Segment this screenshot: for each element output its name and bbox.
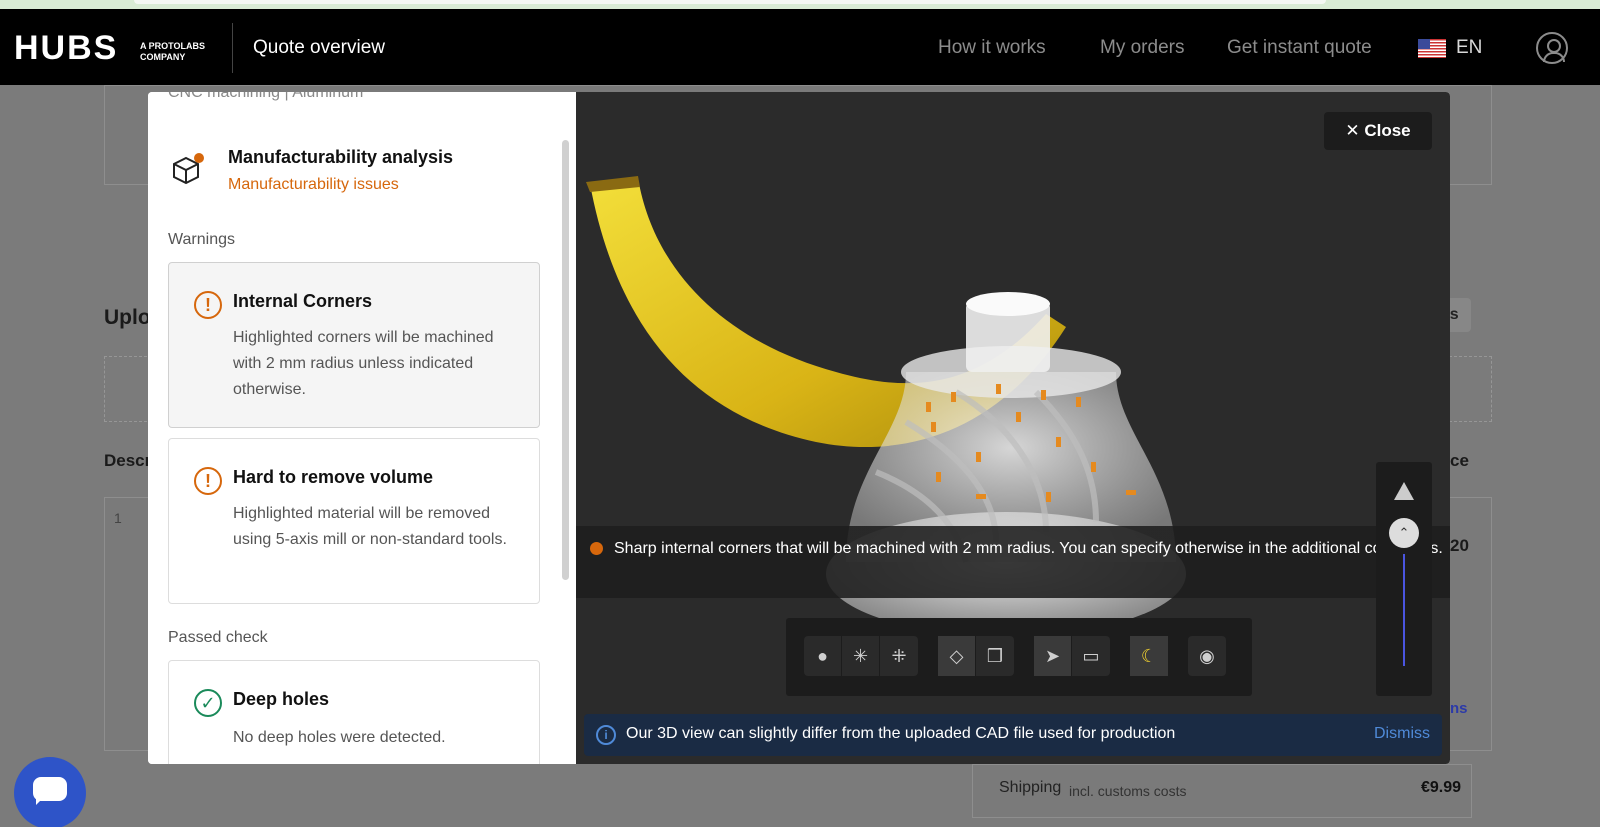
warning-card-hard-to-remove-volume[interactable]: ! Hard to remove volume Highlighted mate… — [168, 438, 540, 604]
user-account-icon[interactable] — [1536, 32, 1568, 64]
browser-top-strip — [0, 0, 1600, 9]
perspective-icon[interactable]: ◇ — [938, 636, 976, 676]
close-label: Close — [1364, 121, 1411, 140]
top-navigation: HUBS A PROTOLABS COMPANY Quote overview … — [0, 9, 1600, 85]
background-shipping-row: Shipping incl. customs costs €9.99 — [972, 764, 1472, 818]
warning-description: Highlighted material will be removed usi… — [233, 505, 507, 548]
analysis-title: Manufacturability analysis — [228, 147, 454, 167]
page-title: Quote overview — [253, 37, 386, 58]
dismiss-button[interactable]: Dismiss — [1374, 725, 1430, 743]
tool-group-scale: ☾ — [1130, 636, 1168, 676]
cube-warning-icon — [170, 152, 204, 191]
screenshot-icon[interactable]: ◉ — [1188, 636, 1226, 676]
hubs-logo[interactable]: HUBS — [14, 29, 118, 68]
section-slider-panel[interactable]: ⌃ — [1376, 462, 1432, 696]
axis-icon[interactable]: ✳ — [842, 636, 880, 676]
banana-scale-icon[interactable]: ☾ — [1130, 636, 1168, 676]
shipping-note: incl. customs costs — [1069, 783, 1187, 799]
passed-check-label: Passed check — [168, 629, 268, 646]
tool-group-navigation: ➤ ▭ — [1034, 636, 1110, 676]
background-options-link: ns — [1450, 700, 1468, 717]
nav-divider — [232, 23, 233, 73]
tool-group-projection: ◇ ❒ — [938, 636, 1014, 676]
address-bar-edge — [134, 0, 1326, 4]
info-icon: i — [596, 725, 616, 745]
viewer-toolbar: ● ✳ ⁜ ◇ ❒ ➤ ▭ ☾ ◉ — [786, 618, 1252, 696]
slice-plane-icon[interactable] — [1394, 482, 1414, 500]
process-subtitle: CNC machining | Aluminum — [168, 92, 364, 101]
warning-title: Internal Corners — [233, 291, 373, 311]
explode-icon[interactable]: ⁜ — [880, 636, 918, 676]
warning-card-internal-corners[interactable]: ! Internal Corners Highlighted corners w… — [168, 262, 540, 428]
language-selector[interactable]: EN — [1456, 37, 1482, 59]
orthographic-icon[interactable]: ❒ — [976, 636, 1014, 676]
nav-link-my-orders[interactable]: My orders — [1100, 37, 1184, 59]
shipping-label: Shipping — [999, 779, 1062, 796]
warning-icon: ! — [194, 291, 222, 319]
warning-title: Hard to remove volume — [233, 467, 434, 487]
nav-link-how-it-works[interactable]: How it works — [938, 37, 1046, 59]
check-circle-icon: ✓ — [194, 689, 222, 717]
info-text: Our 3D view can slightly differ from the… — [626, 725, 1176, 742]
analysis-sidebar: CNC machining | Aluminum Manufacturabili… — [148, 92, 576, 764]
passed-title: Deep holes — [233, 689, 330, 709]
background-price-header: ce — [1450, 451, 1469, 470]
warning-description: Highlighted corners will be machined wit… — [233, 329, 494, 398]
issue-banner-text: Sharp internal corners that will be mach… — [614, 540, 1443, 557]
passed-description: No deep holes were detected. — [233, 729, 446, 746]
slider-handle[interactable]: ⌃ — [1389, 518, 1419, 548]
passed-card-deep-holes[interactable]: ✓ Deep holes No deep holes were detected… — [168, 660, 540, 764]
logo-tagline: A PROTOLABS COMPANY — [140, 41, 206, 62]
sphere-icon[interactable]: ● — [804, 636, 842, 676]
info-bar: i Our 3D view can slightly differ from t… — [584, 714, 1442, 756]
warnings-label: Warnings — [168, 231, 235, 248]
chat-icon[interactable] — [14, 757, 86, 827]
measure-icon[interactable]: ▭ — [1072, 636, 1110, 676]
sidebar-scrollbar[interactable] — [562, 140, 569, 580]
nav-link-get-instant-quote[interactable]: Get instant quote — [1227, 37, 1372, 59]
issue-dot-icon — [590, 542, 603, 555]
3d-viewer[interactable]: ✕ Close Sharp internal corners that will… — [576, 92, 1450, 764]
us-flag-icon[interactable] — [1418, 39, 1446, 58]
tool-group-view: ● ✳ ⁜ — [804, 636, 918, 676]
background-price-value: 20 — [1450, 536, 1469, 555]
analysis-status: Manufacturability issues — [228, 176, 399, 193]
navigate-icon[interactable]: ➤ — [1034, 636, 1072, 676]
background-row-number: 1 — [114, 510, 122, 526]
slider-track[interactable] — [1403, 554, 1405, 666]
background-description-header: Descr — [104, 451, 152, 470]
background-upload-heading: Uplo — [104, 306, 151, 329]
shipping-price: €9.99 — [1421, 779, 1462, 796]
issue-banner: Sharp internal corners that will be mach… — [576, 526, 1450, 598]
manufacturability-modal: CNC machining | Aluminum Manufacturabili… — [148, 92, 1450, 764]
warning-icon: ! — [194, 467, 222, 495]
close-button[interactable]: ✕ Close — [1324, 112, 1432, 150]
tool-group-capture: ◉ — [1188, 636, 1226, 676]
